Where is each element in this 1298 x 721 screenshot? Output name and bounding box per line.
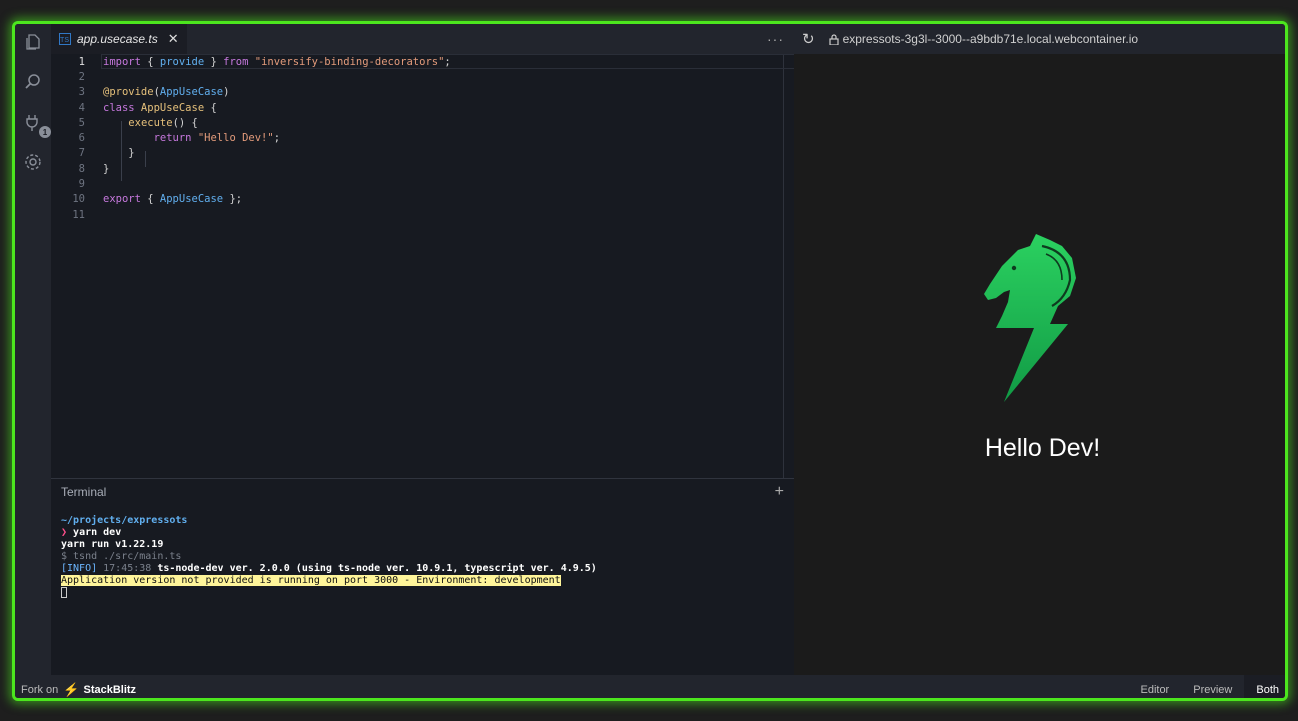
code-token: } — [128, 147, 135, 160]
code-line: 1 import { provide } from "inversify-bin… — [51, 54, 808, 70]
mode-both-button[interactable]: Both — [1244, 675, 1285, 698]
mode-editor-button[interactable]: Editor — [1128, 675, 1181, 698]
preview-heading: Hello Dev! — [984, 434, 1101, 462]
line-number: 4 — [78, 101, 85, 114]
terminal-header: Terminal + — [51, 479, 794, 505]
code-token: ; — [273, 132, 281, 145]
code-token: export — [103, 193, 141, 206]
code-token: class — [103, 101, 135, 114]
code-token: return — [153, 132, 192, 145]
code-token: "Hello Dev!" — [191, 132, 274, 145]
current-line-highlight — [101, 54, 808, 70]
stackblitz-link[interactable]: StackBlitz — [83, 684, 136, 696]
line-number: 1 — [78, 55, 85, 68]
line-number: 7 — [78, 147, 85, 160]
line-number: 5 — [78, 116, 85, 129]
terminal-command: yarn dev — [67, 527, 122, 538]
code-line: 7 } — [51, 146, 794, 161]
plug-icon[interactable]: 1 — [21, 110, 51, 138]
lock-icon — [828, 33, 839, 45]
preview-url: expressots-3g3l--3000--a9bdb71e.local.we… — [842, 32, 1139, 46]
line-number: 8 — [78, 162, 85, 175]
terminal-output[interactable]: ~/projects/expressots ❯ yarn dev yarn ru… — [51, 505, 794, 610]
code-token: @provide — [103, 86, 154, 99]
reload-icon[interactable]: ↻ — [802, 30, 815, 48]
terminal-path: ~/projects/expressots — [61, 515, 188, 526]
code-token: { — [140, 193, 160, 206]
files-icon[interactable] — [21, 30, 45, 54]
terminal-line: yarn run v1.22.19 — [61, 539, 164, 550]
code-line: 2 — [51, 69, 794, 84]
tab-label: app.usecase.ts — [77, 32, 158, 46]
terminal-line: $ tsnd ./src/main.ts — [61, 551, 182, 562]
info-message: ts-node-dev ver. 2.0.0 (using ts-node ve… — [151, 563, 597, 574]
fork-label: Fork on — [21, 683, 59, 696]
app-window: 1 TS app.usecase.ts ✕ ··· 1 import { pro… — [12, 21, 1288, 701]
code-token: } — [103, 162, 110, 175]
code-editor[interactable]: 1 import { provide } from "inversify-bin… — [51, 54, 808, 478]
stackblitz-bolt-icon: ⚡ — [63, 681, 80, 697]
tab-app-usecase[interactable]: TS app.usecase.ts ✕ — [51, 24, 187, 54]
activity-bar: 1 — [15, 24, 51, 675]
typescript-file-icon: TS — [59, 33, 71, 45]
expressots-horse-logo — [984, 234, 1076, 402]
line-number: 9 — [78, 178, 85, 191]
add-terminal-icon[interactable]: + — [775, 483, 784, 501]
code-line: 11 — [51, 207, 794, 222]
extensions-badge: 1 — [39, 126, 51, 138]
url-bar[interactable]: expressots-3g3l--3000--a9bdb71e.local.we… — [823, 28, 1145, 50]
terminal-panel[interactable]: Terminal + ~/projects/expressots ❯ yarn … — [51, 478, 794, 675]
terminal-cursor — [61, 587, 67, 598]
more-actions-icon[interactable]: ··· — [767, 31, 784, 47]
info-time: 17:45:38 — [97, 563, 152, 574]
line-number: 6 — [78, 132, 85, 145]
code-token: }; — [223, 193, 243, 206]
search-icon[interactable] — [21, 70, 45, 94]
code-line: 6 return "Hello Dev!"; — [51, 130, 794, 145]
code-token: execute — [128, 116, 173, 129]
line-number: 3 — [78, 86, 85, 99]
code-token: AppUseCase — [159, 193, 224, 206]
footer-bar: Fork on ⚡ StackBlitz Editor Preview Both — [15, 675, 1285, 698]
code-line: 3 @provide(AppUseCase) — [51, 85, 794, 100]
code-line: 9 — [51, 176, 794, 191]
line-number: 10 — [72, 193, 85, 206]
terminal-title: Terminal — [61, 485, 107, 499]
code-token: { — [204, 101, 217, 114]
code-token: AppUseCase — [134, 101, 205, 114]
line-number: 2 — [78, 70, 85, 83]
gear-icon[interactable] — [21, 150, 45, 174]
close-icon[interactable]: ✕ — [168, 31, 179, 47]
app-running-message: Application version not provided is runn… — [61, 575, 561, 586]
code-token: AppUseCase — [159, 86, 224, 99]
editor-tab-bar: TS app.usecase.ts ✕ ··· — [51, 24, 794, 54]
code-line: 10 export { AppUseCase }; — [51, 192, 794, 207]
line-number: 11 — [72, 208, 85, 221]
code-line: 4 class AppUseCase { — [51, 100, 794, 115]
preview-pane: Hello Dev! — [794, 54, 1285, 675]
code-line: 8 } — [51, 161, 794, 176]
view-mode-switch: Editor Preview Both — [1128, 675, 1285, 698]
preview-toolbar: ↻ expressots-3g3l--3000--a9bdb71e.local.… — [794, 24, 1285, 54]
code-line: 5 execute() { — [51, 115, 794, 130]
code-token: ) — [223, 86, 230, 99]
mode-preview-button[interactable]: Preview — [1181, 675, 1244, 698]
code-token: () { — [172, 116, 198, 129]
info-tag: [INFO] — [61, 563, 98, 574]
